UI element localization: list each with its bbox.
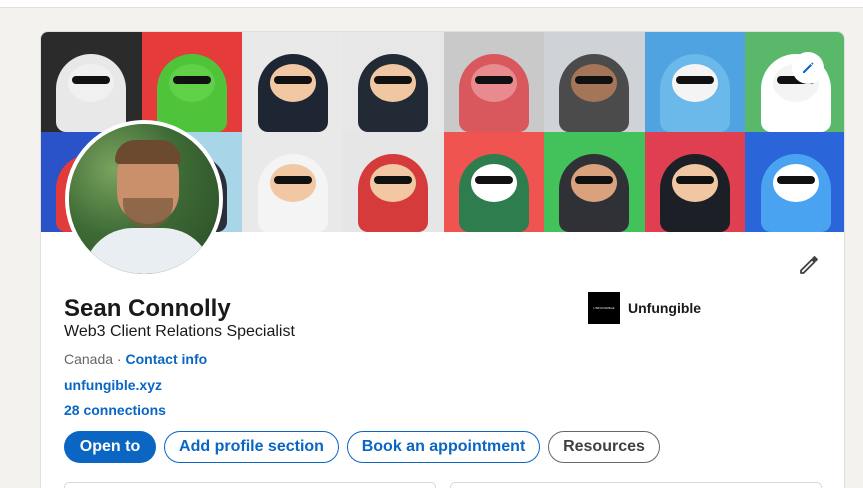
banner-eyes	[575, 76, 614, 84]
banner-tile	[443, 32, 545, 132]
profile-headline: Web3 Client Relations Specialist	[64, 323, 295, 340]
location-text: Canada	[64, 351, 114, 367]
book-appointment-button[interactable]: Book an appointment	[347, 431, 540, 463]
edit-intro-button[interactable]	[797, 253, 821, 277]
banner-tile	[544, 32, 645, 132]
current-company[interactable]: UNFUNGIBLE Unfungible	[588, 292, 701, 324]
connections-link[interactable]: 28 connections	[64, 402, 166, 418]
pencil-icon	[800, 256, 818, 274]
banner-eyes	[575, 176, 614, 184]
banner-eyes	[676, 176, 715, 184]
banner-tile	[242, 32, 343, 132]
top-nav-edge	[0, 0, 863, 8]
banner-tile	[745, 132, 844, 232]
contact-info-link[interactable]: Contact info	[126, 351, 208, 367]
banner-tile	[644, 32, 746, 132]
open-to-button[interactable]: Open to	[64, 431, 156, 463]
company-name: Unfungible	[628, 300, 702, 316]
banner-tile	[41, 32, 142, 132]
banner-tile	[544, 132, 645, 232]
banner-tile	[342, 32, 444, 132]
location-line: Canada · Contact info	[64, 351, 207, 367]
banner-eyes	[374, 76, 413, 84]
banner-eyes	[474, 176, 513, 184]
company-logo-text: UNFUNGIBLE	[593, 306, 615, 310]
banner-eyes	[172, 76, 211, 84]
pencil-icon	[803, 62, 814, 73]
profile-photo[interactable]	[65, 120, 223, 278]
banner-eyes	[474, 76, 513, 84]
banner-eyes	[374, 176, 413, 184]
bottom-card-right	[450, 482, 822, 488]
profile-name: Sean Connolly	[64, 295, 231, 322]
banner-tile	[745, 32, 844, 132]
banner-tile	[644, 132, 746, 232]
company-logo: UNFUNGIBLE	[588, 292, 620, 324]
bottom-card-left	[64, 482, 436, 488]
banner-eyes	[273, 76, 312, 84]
banner-eyes	[676, 76, 715, 84]
banner-tile	[443, 132, 545, 232]
banner-tile	[242, 132, 343, 232]
banner-eyes	[72, 76, 111, 84]
photo-hair	[115, 140, 181, 164]
resources-button[interactable]: Resources	[548, 431, 660, 463]
banner-eyes	[273, 176, 312, 184]
banner-eyes	[776, 176, 815, 184]
website-link[interactable]: unfungible.xyz	[64, 377, 162, 393]
add-profile-section-button[interactable]: Add profile section	[164, 431, 339, 463]
bottom-cards	[64, 482, 824, 488]
edit-banner-button[interactable]	[792, 52, 824, 84]
banner-tile	[342, 132, 444, 232]
banner-tile	[141, 32, 243, 132]
separator: ·	[113, 351, 126, 367]
